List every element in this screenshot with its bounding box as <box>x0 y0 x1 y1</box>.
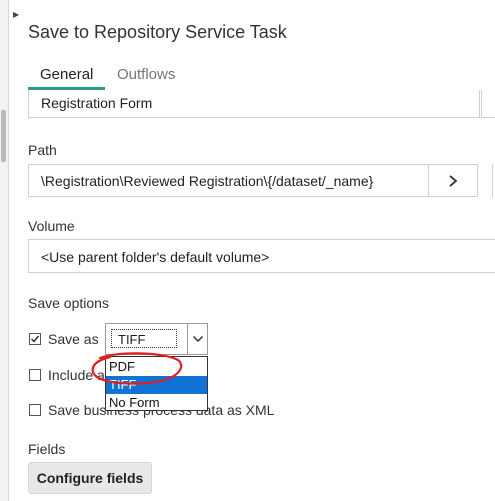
dropdown-option-tiff[interactable]: TIFF <box>106 376 207 394</box>
save-as-dropdown-list: PDF TIFF No Form <box>105 356 208 411</box>
panel-title: Save to Repository Service Task <box>28 22 287 42</box>
path-browse-button[interactable] <box>428 164 478 197</box>
dropdown-option-pdf[interactable]: PDF <box>106 358 207 376</box>
include-checkbox[interactable] <box>29 369 41 381</box>
select-dropdown-button[interactable] <box>187 324 207 354</box>
save-business-data-checkbox[interactable] <box>29 404 41 416</box>
scrollbar-thumb[interactable] <box>1 110 6 162</box>
volume-field[interactable]: <Use parent folder's default volume> <box>28 239 495 273</box>
save-as-label: Save as <box>48 331 99 347</box>
path-input[interactable]: \Registration\Reviewed Registration\{/da… <box>28 164 429 197</box>
save-options-label: Save options <box>28 295 109 311</box>
tab-outflows[interactable]: Outflows <box>117 66 175 83</box>
fields-label: Fields <box>28 441 66 457</box>
checkmark-icon <box>31 335 40 343</box>
form-name-field[interactable]: Registration Form <box>28 90 480 118</box>
save-as-checkbox[interactable] <box>29 333 41 345</box>
expand-caret-icon[interactable]: ▶ <box>13 10 19 19</box>
include-label: Include a <box>48 367 105 383</box>
path-label: Path <box>28 142 57 158</box>
save-as-selected-value[interactable]: TIFF <box>111 329 177 348</box>
volume-label: Volume <box>28 218 75 234</box>
chevron-right-icon <box>449 174 458 187</box>
form-name-side-button[interactable] <box>481 90 495 118</box>
dropdown-option-no-form[interactable]: No Form <box>106 394 207 412</box>
chevron-down-icon <box>192 335 203 343</box>
left-gutter <box>0 0 9 501</box>
configure-fields-button[interactable]: Configure fields <box>28 462 152 494</box>
tab-general[interactable]: General <box>40 66 93 83</box>
